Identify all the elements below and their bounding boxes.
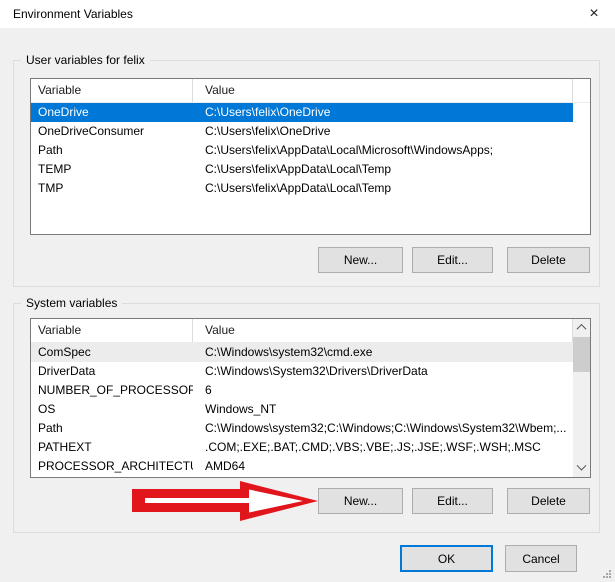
table-row[interactable]: PathC:\Users\felix\AppData\Local\Microso… bbox=[31, 141, 573, 160]
value-cell: C:\Windows\system32\cmd.exe bbox=[193, 343, 573, 362]
value-cell: C:\Users\felix\OneDrive bbox=[193, 103, 573, 122]
table-row[interactable]: OneDriveC:\Users\felix\OneDrive bbox=[31, 103, 573, 122]
system-edit-button[interactable]: Edit... bbox=[412, 488, 493, 514]
scroll-up-button[interactable] bbox=[573, 319, 590, 336]
column-header-variable[interactable]: Variable bbox=[31, 319, 193, 342]
value-cell: 6 bbox=[193, 381, 573, 400]
column-header-value[interactable]: Value bbox=[193, 79, 573, 102]
value-cell: Windows_NT bbox=[193, 400, 573, 419]
variable-cell: TEMP bbox=[31, 160, 193, 179]
variable-cell: ComSpec bbox=[31, 343, 193, 362]
chevron-down-icon bbox=[577, 461, 587, 471]
variable-cell: PATHEXT bbox=[31, 438, 193, 457]
close-button[interactable]: × bbox=[573, 0, 615, 28]
table-row[interactable]: NUMBER_OF_PROCESSORS6 bbox=[31, 381, 573, 400]
variable-cell: OS bbox=[31, 400, 193, 419]
variable-cell: Path bbox=[31, 141, 193, 160]
table-row[interactable]: PROCESSOR_ARCHITECTUREAMD64 bbox=[31, 457, 573, 476]
system-delete-button[interactable]: Delete bbox=[507, 488, 590, 514]
user-delete-button[interactable]: Delete bbox=[507, 247, 590, 273]
table-row[interactable]: TMPC:\Users\felix\AppData\Local\Temp bbox=[31, 179, 573, 198]
user-variables-label: User variables for felix bbox=[21, 53, 150, 67]
variable-cell: DriverData bbox=[31, 362, 193, 381]
value-cell: C:\Users\felix\AppData\Local\Temp bbox=[193, 160, 573, 179]
cancel-button[interactable]: Cancel bbox=[505, 545, 577, 572]
system-variables-list[interactable]: Variable Value ComSpecC:\Windows\system3… bbox=[30, 318, 591, 478]
table-row[interactable]: PATHEXT.COM;.EXE;.BAT;.CMD;.VBS;.VBE;.JS… bbox=[31, 438, 573, 457]
value-cell: C:\Windows\system32;C:\Windows;C:\Window… bbox=[193, 419, 573, 438]
resize-grip[interactable] bbox=[609, 570, 611, 572]
table-row[interactable]: TEMPC:\Users\felix\AppData\Local\Temp bbox=[31, 160, 573, 179]
ok-button[interactable]: OK bbox=[400, 545, 493, 572]
variable-cell: PROCESSOR_ARCHITECTURE bbox=[31, 457, 193, 476]
column-header-value[interactable]: Value bbox=[193, 319, 573, 342]
user-edit-button[interactable]: Edit... bbox=[412, 247, 493, 273]
value-cell: C:\Users\felix\OneDrive bbox=[193, 122, 573, 141]
variable-cell: NUMBER_OF_PROCESSORS bbox=[31, 381, 193, 400]
variable-cell: OneDriveConsumer bbox=[31, 122, 193, 141]
value-cell: AMD64 bbox=[193, 457, 573, 476]
value-cell: C:\Users\felix\AppData\Local\Microsoft\W… bbox=[193, 141, 573, 160]
variable-cell: Path bbox=[31, 419, 193, 438]
system-new-button[interactable]: New... bbox=[318, 488, 403, 514]
table-row[interactable]: OneDriveConsumerC:\Users\felix\OneDrive bbox=[31, 122, 573, 141]
value-cell: .COM;.EXE;.BAT;.CMD;.VBS;.VBE;.JS;.JSE;.… bbox=[193, 438, 573, 457]
scroll-down-button[interactable] bbox=[573, 460, 590, 477]
scrollbar-thumb[interactable] bbox=[573, 337, 590, 372]
user-list-header: Variable Value bbox=[31, 79, 590, 103]
chevron-up-icon bbox=[577, 324, 587, 334]
user-variables-list[interactable]: Variable Value OneDriveC:\Users\felix\On… bbox=[30, 78, 591, 235]
user-new-button[interactable]: New... bbox=[318, 247, 403, 273]
window-title: Environment Variables bbox=[13, 0, 133, 28]
system-list-header: Variable Value bbox=[31, 319, 573, 343]
value-cell: C:\Windows\System32\Drivers\DriverData bbox=[193, 362, 573, 381]
column-header-variable[interactable]: Variable bbox=[31, 79, 193, 102]
table-row[interactable]: ComSpecC:\Windows\system32\cmd.exe bbox=[31, 343, 573, 362]
environment-variables-dialog: Environment Variables × User variables f… bbox=[0, 0, 615, 582]
table-row[interactable]: DriverDataC:\Windows\System32\Drivers\Dr… bbox=[31, 362, 573, 381]
variable-cell: TMP bbox=[31, 179, 193, 198]
close-icon: × bbox=[589, 6, 598, 22]
table-row[interactable]: OSWindows_NT bbox=[31, 400, 573, 419]
value-cell: C:\Users\felix\AppData\Local\Temp bbox=[193, 179, 573, 198]
system-variables-label: System variables bbox=[21, 296, 122, 310]
vertical-scrollbar[interactable] bbox=[573, 319, 590, 477]
variable-cell: OneDrive bbox=[31, 103, 193, 122]
title-bar: Environment Variables × bbox=[0, 0, 615, 28]
table-row[interactable]: PathC:\Windows\system32;C:\Windows;C:\Wi… bbox=[31, 419, 573, 438]
